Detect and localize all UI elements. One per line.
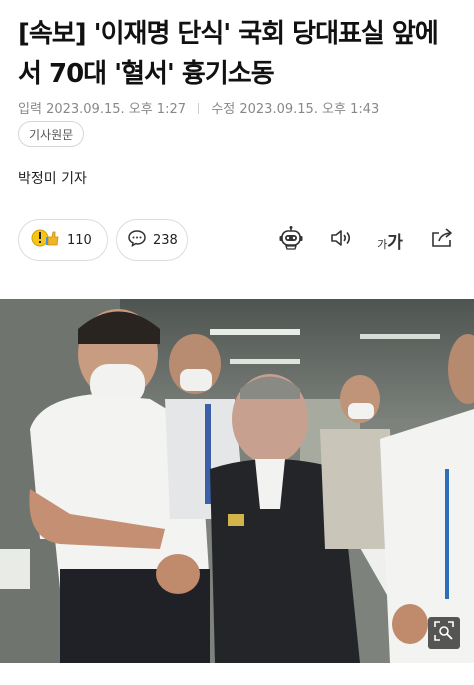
- reporter-name[interactable]: 박정미 기자: [18, 168, 87, 188]
- published-time: 2023.09.15. 오후 1:27: [46, 102, 187, 117]
- zoom-icon: [433, 620, 455, 646]
- updated-label: 수정: [211, 102, 236, 117]
- comment-count: 238: [153, 232, 178, 248]
- reaction-emoji-icon: [31, 227, 61, 253]
- article-photo[interactable]: [0, 299, 474, 663]
- summary-bot-button[interactable]: [277, 226, 305, 254]
- comment-button[interactable]: 238: [116, 219, 188, 261]
- audio-button[interactable]: [327, 226, 355, 254]
- meta-divider: [198, 103, 200, 114]
- font-size-large: 가: [387, 232, 403, 253]
- article-headline: [속보] '이재명 단식' 국회 당대표실 앞에서 70대 '혈서' 흉기소동: [18, 19, 439, 89]
- share-icon: [429, 225, 455, 255]
- photo-illustration: [0, 299, 474, 663]
- share-button[interactable]: [428, 226, 456, 254]
- original-article-button[interactable]: 기사원문: [18, 121, 85, 147]
- published-label: 입력: [18, 102, 42, 117]
- robot-icon: [278, 225, 304, 255]
- font-size-icon: 가가: [377, 228, 403, 253]
- speaker-icon: [328, 225, 354, 255]
- font-size-button[interactable]: 가가: [374, 226, 406, 254]
- article-timestamps: 입력 2023.09.15. 오후 1:27 수정 2023.09.15. 오후…: [18, 98, 379, 117]
- updated-time: 2023.09.15. 오후 1:43: [239, 102, 380, 117]
- reaction-count: 110: [67, 232, 92, 248]
- reaction-button[interactable]: 110: [18, 219, 108, 261]
- font-size-small: 가: [377, 237, 388, 251]
- comment-bubble-icon: [127, 228, 147, 252]
- zoom-button[interactable]: [428, 617, 460, 649]
